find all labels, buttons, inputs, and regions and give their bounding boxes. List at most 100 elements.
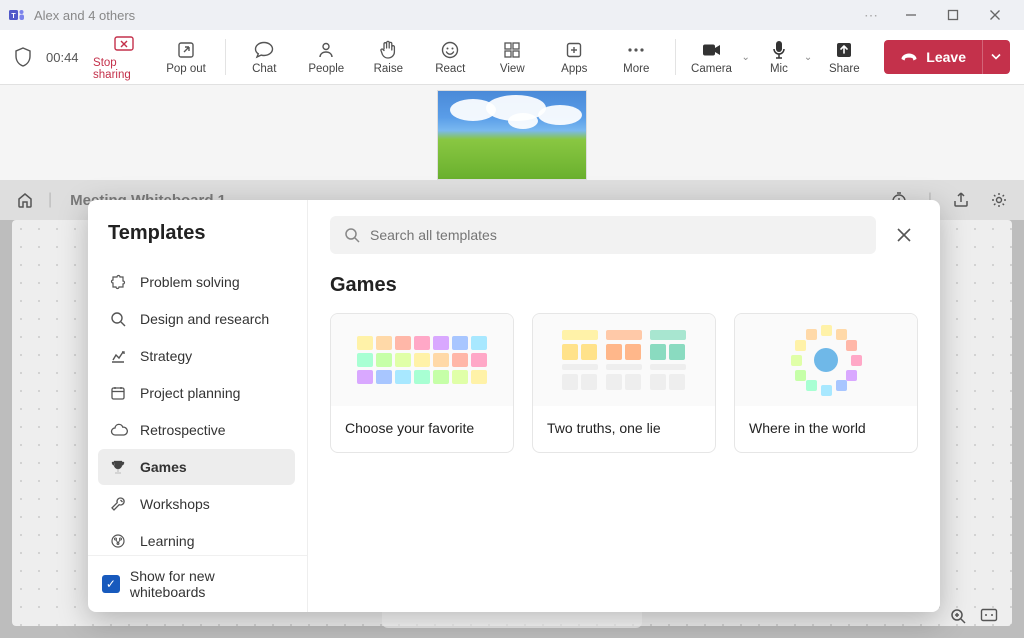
category-problem-solving[interactable]: Problem solving [98, 264, 295, 300]
category-label: Strategy [140, 348, 192, 364]
stop-sharing-label: Stop sharing [93, 57, 155, 81]
templates-section-title: Games [330, 274, 918, 297]
category-retrospective[interactable]: Retrospective [98, 412, 295, 448]
templates-search-input[interactable] [370, 227, 862, 243]
leave-button[interactable]: Leave [884, 40, 982, 74]
minimize-button[interactable] [890, 1, 932, 29]
chart-icon [110, 348, 128, 364]
category-label: Retrospective [140, 422, 226, 438]
templates-category-list[interactable]: Problem solving Design and research Strate… [88, 259, 307, 555]
stop-sharing-button[interactable]: Stop sharing [93, 34, 155, 81]
category-label: Learning [140, 533, 195, 549]
view-label: View [500, 63, 525, 75]
templates-card-grid: Choose your favorite Two truths, one lie W… [330, 313, 918, 453]
more-icon [627, 40, 645, 60]
category-strategy[interactable]: Strategy [98, 338, 295, 374]
stop-sharing-icon [114, 34, 134, 54]
chevron-down-icon [991, 53, 1001, 61]
chat-icon [254, 40, 274, 60]
raise-hand-button[interactable]: Raise [357, 40, 419, 75]
view-button[interactable]: View [481, 40, 543, 75]
share-whiteboard-icon[interactable] [952, 191, 970, 209]
category-games[interactable]: Games [98, 449, 295, 485]
fit-view-icon[interactable] [980, 608, 998, 624]
calendar-icon [110, 385, 128, 401]
people-icon [317, 40, 335, 60]
camera-label: Camera [691, 63, 732, 75]
template-card-where-in-the-world[interactable]: Where in the world [734, 313, 918, 453]
react-icon [441, 40, 459, 60]
mic-chevron-icon[interactable]: ⌄ [804, 52, 812, 63]
brain-icon [110, 533, 128, 549]
mic-label: Mic [770, 63, 788, 75]
chat-button[interactable]: Chat [233, 40, 295, 75]
raise-hand-icon [379, 40, 397, 60]
template-preview [331, 314, 513, 406]
react-button[interactable]: React [419, 40, 481, 75]
titlebar-more-icon[interactable]: ⋯ [854, 7, 890, 24]
meeting-timer: 00:44 [46, 50, 79, 65]
trophy-icon [110, 459, 128, 475]
maximize-button[interactable] [932, 1, 974, 29]
apps-label: Apps [561, 63, 587, 75]
template-preview [533, 314, 715, 406]
template-card-title: Two truths, one lie [533, 406, 715, 452]
leave-button-group: Leave [884, 40, 1010, 74]
leave-dropdown-button[interactable] [982, 40, 1010, 74]
window-controls [890, 1, 1016, 29]
camera-chevron-icon[interactable]: ⌄ [742, 52, 750, 63]
mic-icon [772, 40, 786, 60]
category-label: Workshops [140, 496, 210, 512]
privacy-shield-icon[interactable] [14, 47, 32, 67]
templates-close-button[interactable] [890, 221, 918, 249]
category-workshops[interactable]: Workshops [98, 486, 295, 522]
wrench-icon [110, 496, 128, 512]
category-learning[interactable]: Learning [98, 523, 295, 555]
templates-sidebar: Templates Problem solving Design and rese… [88, 200, 308, 612]
home-icon[interactable] [16, 191, 34, 209]
settings-icon[interactable] [990, 191, 1008, 209]
share-label: Share [829, 63, 860, 75]
people-label: People [308, 63, 344, 75]
close-icon [896, 227, 912, 243]
camera-button[interactable]: Camera [684, 40, 740, 75]
show-new-whiteboards-row[interactable]: ✓ Show for new whiteboards [88, 555, 307, 612]
category-design-and-research[interactable]: Design and research [98, 301, 295, 337]
react-label: React [435, 63, 465, 75]
template-card-choose-your-favorite[interactable]: Choose your favorite [330, 313, 514, 453]
search-icon [110, 311, 128, 327]
camera-icon [702, 40, 722, 60]
mic-button[interactable]: Mic [756, 40, 802, 75]
share-icon [835, 40, 853, 60]
category-label: Problem solving [140, 274, 240, 290]
templates-main: Games Choose your favorite Two truths, on… [308, 200, 940, 612]
view-icon [503, 40, 521, 60]
share-button[interactable]: Share [818, 40, 870, 75]
templates-search-field[interactable] [330, 216, 876, 254]
category-label: Project planning [140, 385, 240, 401]
share-preview-thumbnail[interactable] [437, 90, 587, 180]
svg-text:T: T [11, 13, 16, 20]
show-new-checkbox[interactable]: ✓ [102, 575, 120, 593]
search-icon [344, 227, 360, 243]
close-button[interactable] [974, 1, 1016, 29]
template-card-two-truths-one-lie[interactable]: Two truths, one lie [532, 313, 716, 453]
people-button[interactable]: People [295, 40, 357, 75]
zoom-icon[interactable] [950, 608, 966, 624]
leave-label: Leave [926, 49, 966, 65]
template-card-title: Where in the world [735, 406, 917, 452]
templates-heading: Templates [88, 200, 307, 259]
category-project-planning[interactable]: Project planning [98, 375, 295, 411]
apps-button[interactable]: Apps [543, 40, 605, 75]
more-label: More [623, 63, 649, 75]
pop-out-button[interactable]: Pop out [155, 40, 217, 75]
hangup-icon [900, 51, 918, 63]
more-button[interactable]: More [605, 40, 667, 75]
cloud-icon [110, 423, 128, 437]
pop-out-icon [177, 40, 195, 60]
show-new-label: Show for new whiteboards [130, 568, 293, 600]
template-card-title: Choose your favorite [331, 406, 513, 452]
category-label: Games [140, 459, 187, 475]
pop-out-label: Pop out [166, 63, 206, 75]
category-label: Design and research [140, 311, 269, 327]
